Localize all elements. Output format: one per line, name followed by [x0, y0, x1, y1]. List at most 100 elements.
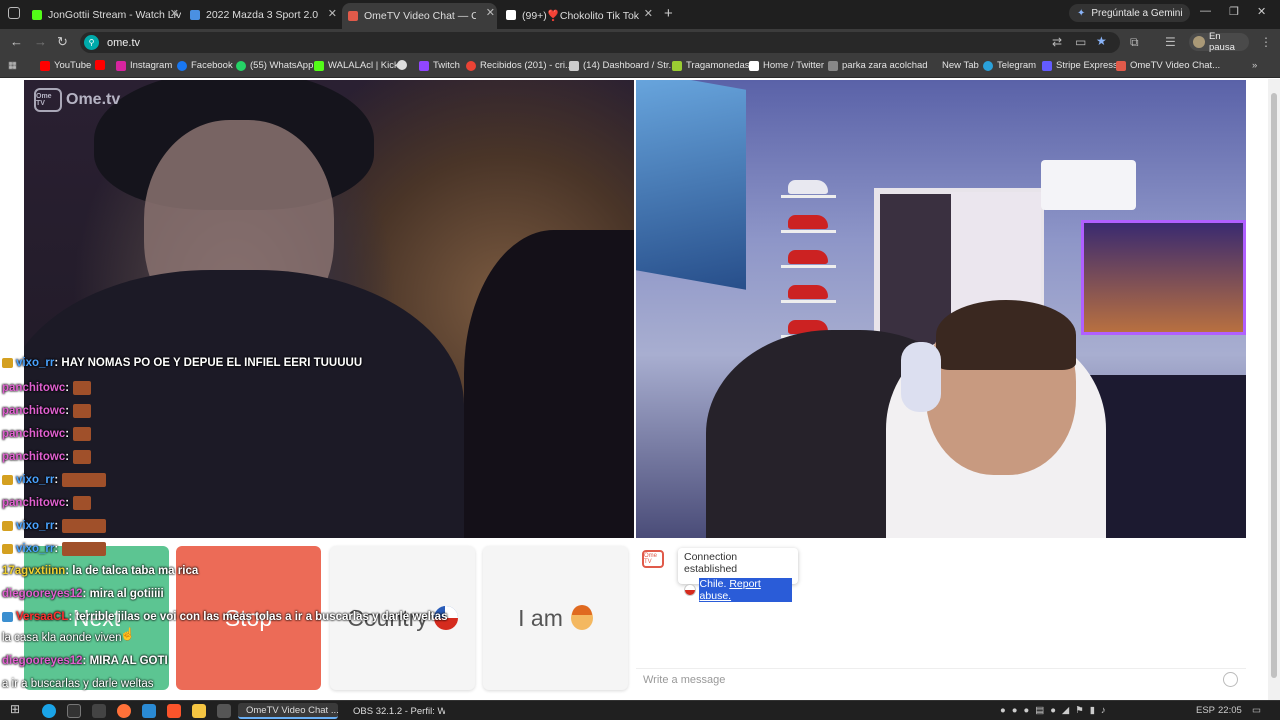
chat-username: panchitowc	[2, 497, 66, 509]
chat-username: diegooreyes12	[2, 588, 83, 600]
chat-message: vixo_rr :	[2, 473, 107, 487]
taskbar-window-obs[interactable]: OBS 32.1.2 - Perfil: W...	[345, 703, 445, 719]
bookmark-zara[interactable]: parka zara acolchada	[828, 60, 933, 71]
mail-icon[interactable]	[217, 704, 231, 718]
edge-icon[interactable]	[42, 704, 56, 718]
chat-message: panchitowc :	[2, 450, 92, 464]
bookmark-tragamonedas[interactable]: Tragamonedas	[672, 60, 750, 71]
chat-text: :	[65, 428, 70, 440]
window-close-icon[interactable]: ✕	[1257, 5, 1266, 18]
chat-badge-icon	[2, 521, 13, 531]
browser-tab[interactable]: JonGottii Stream - Watch Live o ✕	[26, 4, 181, 26]
chat-username: panchitowc	[2, 405, 66, 417]
more-bookmarks-chevron-icon[interactable]: »	[1252, 60, 1257, 71]
bookmark-instagram[interactable]: Instagram	[116, 60, 172, 71]
chat-message: 17agvxtiinn : la de talca taba ma rica	[2, 565, 198, 577]
bookmark-youtube[interactable]: YouTube	[40, 60, 91, 71]
start-menu-icon[interactable]: ⊞	[10, 702, 24, 716]
kebab-menu-icon[interactable]: ⋮	[1260, 35, 1272, 49]
bookmark-icon-only[interactable]	[397, 60, 411, 70]
chat-message: VersaaCL : terrible jilas oe voi con las…	[2, 611, 447, 623]
video-figure	[788, 285, 828, 299]
notifications-icon[interactable]: ▭	[1252, 705, 1261, 716]
app-icon[interactable]	[142, 704, 156, 718]
kick-icon	[314, 60, 324, 71]
clock[interactable]: 22:05	[1218, 705, 1242, 716]
chat-badge-icon	[2, 544, 13, 554]
ometv-system-icon: Ome TV	[642, 550, 664, 568]
minimize-icon[interactable]: —	[1200, 5, 1211, 17]
gemini-button[interactable]: ✦ Pregúntale a Gemini	[1069, 4, 1190, 22]
bookmark-whatsapp[interactable]: (55) WhatsApp	[236, 60, 313, 71]
chat-message: panchitowc :	[2, 496, 92, 510]
bookmark-gmail[interactable]: Recibidos (201) - cri...	[466, 60, 573, 71]
bookmark-youtube-icon-only[interactable]	[95, 60, 109, 70]
slot-icon	[672, 60, 682, 71]
bookmark-dashboard[interactable]: (14) Dashboard / Str...	[569, 60, 676, 71]
bookmark-facebook[interactable]: Facebook	[177, 60, 233, 71]
chat-emote-icon	[73, 496, 92, 510]
bookmark-label: Facebook	[191, 60, 233, 71]
browser-tab[interactable]: 2022 Mazda 3 Sport 2.0 ✕	[184, 4, 339, 26]
restore-icon[interactable]: ❐	[1229, 5, 1239, 18]
bookmark-kick[interactable]: WALALAcl | Kick	[314, 60, 399, 71]
back-arrow-icon[interactable]: ←	[10, 34, 23, 49]
translate-icon[interactable]: ⇄	[1052, 35, 1062, 49]
cast-icon[interactable]: ▭	[1075, 35, 1086, 49]
reload-icon[interactable]: ↻	[57, 34, 68, 50]
iam-button[interactable]: I am	[483, 546, 628, 690]
browser-tab[interactable]: (99+)❣️Chokolito Tik Tok 🎴 c ✕	[500, 4, 655, 26]
bookmark-stripe[interactable]: Stripe Express	[1042, 60, 1118, 71]
browser-tab-strip: JonGottii Stream - Watch Live o ✕ 2022 M…	[0, 0, 1280, 29]
chat-emote-icon	[73, 450, 92, 464]
terminal-icon[interactable]	[92, 704, 106, 718]
bookmark-label: Recibidos (201) - cri...	[480, 60, 573, 71]
close-tab-icon[interactable]: ✕	[486, 6, 495, 19]
apps-grid-icon[interactable]: ▦	[8, 60, 17, 71]
page-scrollbar[interactable]	[1268, 79, 1280, 700]
browser-tab-active[interactable]: OmeTV Video Chat — Ome ✕	[342, 3, 497, 29]
new-tab-button[interactable]: +	[664, 5, 673, 22]
chat-text: : la de talca taba ma rica	[65, 565, 199, 577]
firefox-icon[interactable]	[117, 704, 131, 718]
video-figure	[781, 230, 836, 233]
site-info-icon[interactable]: ⚲	[84, 35, 99, 50]
brave-icon[interactable]	[167, 704, 181, 718]
bookmark-ometv[interactable]: OmeTV Video Chat...	[1116, 60, 1220, 71]
bookmark-star-icon[interactable]: ★	[1096, 34, 1107, 48]
ometv-icon	[1116, 60, 1126, 71]
close-tab-icon[interactable]: ✕	[644, 7, 653, 20]
address-bar[interactable]: ⚲ ome.tv ⇄ ▭ ★	[80, 32, 1120, 53]
bookmark-label: parka zara acolchada	[842, 60, 933, 71]
close-tab-icon[interactable]: ✕	[170, 7, 179, 20]
bookmark-twitch[interactable]: Twitch	[419, 60, 460, 71]
iam-label: I am	[518, 604, 563, 631]
close-tab-icon[interactable]: ✕	[328, 7, 337, 20]
scrollbar-thumb[interactable]	[1271, 93, 1277, 678]
system-message: Connection established Chile. Report abu…	[678, 548, 798, 602]
emoji-picker-icon[interactable]	[1223, 672, 1238, 687]
taskbar-window-ometv[interactable]: OmeTV Video Chat ...	[238, 703, 338, 719]
bookmark-new-tab[interactable]: New Tab	[928, 60, 979, 71]
chat-message: vixo_rr :	[2, 519, 107, 533]
reading-list-icon[interactable]: ☰	[1165, 35, 1176, 49]
x-logo-icon	[749, 60, 759, 71]
extensions-icon[interactable]: ⧉	[1130, 35, 1139, 50]
video-figure	[781, 265, 836, 268]
profile-button[interactable]: En pausa	[1189, 31, 1249, 53]
bookmark-telegram[interactable]: Telegram	[983, 60, 1036, 71]
telegram-icon	[983, 60, 993, 71]
tray-icons[interactable]: ●●●▤●◢⚑▮♪	[1000, 705, 1112, 716]
language-indicator[interactable]: ESP	[1196, 705, 1215, 716]
folder-icon[interactable]	[192, 704, 206, 718]
chat-badge-icon	[2, 475, 13, 485]
tab-search-icon[interactable]	[8, 7, 20, 19]
message-input[interactable]: Write a message	[636, 668, 1246, 690]
bookmark-twitter[interactable]: Home / Twitter	[749, 60, 824, 71]
store-icon[interactable]	[67, 704, 81, 718]
forward-arrow-icon[interactable]: →	[34, 34, 47, 49]
chat-text: :	[54, 543, 59, 555]
site-favicon-icon	[190, 10, 200, 20]
facebook-icon	[177, 60, 187, 71]
chile-flag-icon	[684, 584, 696, 596]
